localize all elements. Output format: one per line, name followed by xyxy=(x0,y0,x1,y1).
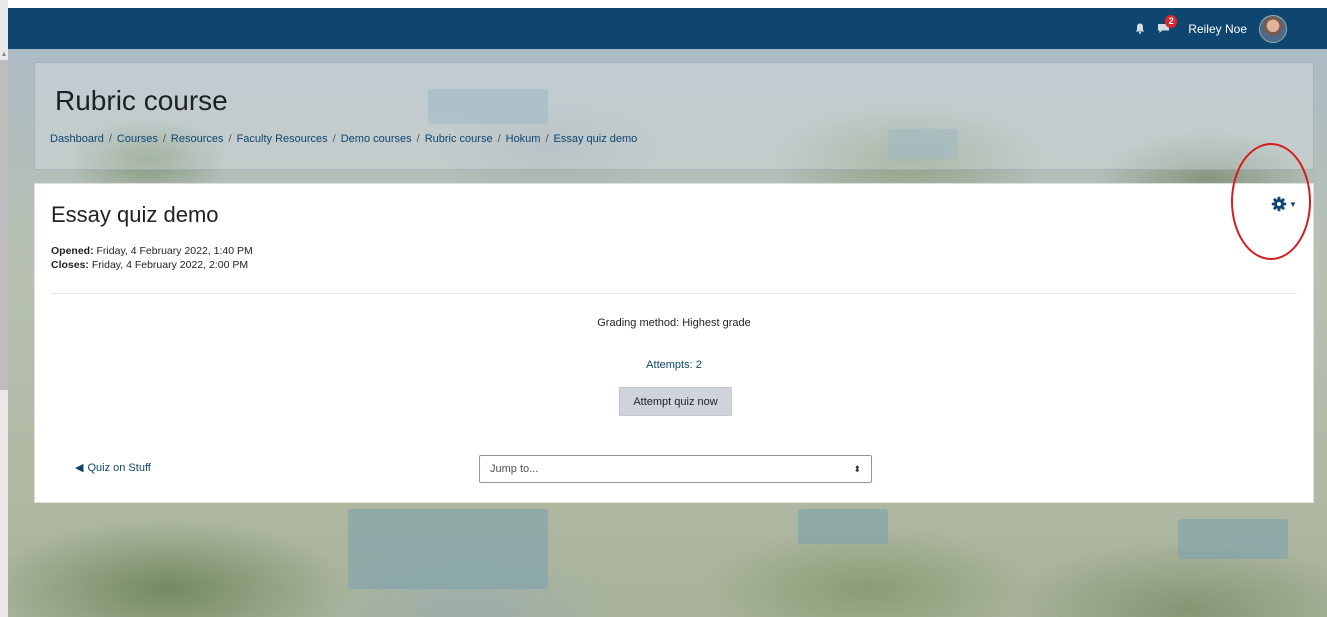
divider xyxy=(51,293,1297,294)
breadcrumb-demo-courses[interactable]: Demo courses xyxy=(341,133,412,145)
scroll-up-arrow-icon[interactable]: ▲ xyxy=(0,50,8,60)
bell-icon[interactable] xyxy=(1135,23,1145,34)
left-strip: ▲ xyxy=(0,0,8,617)
messages-badge: 2 xyxy=(1165,15,1178,28)
previous-activity-label: Quiz on Stuff xyxy=(87,461,151,474)
highlight-annotation xyxy=(1231,143,1311,260)
user-name[interactable]: Reiley Noe xyxy=(1188,22,1247,36)
opened-date: Opened: Friday, 4 February 2022, 1:40 PM xyxy=(51,245,253,257)
attempts-count-link[interactable]: Attempts: 2 xyxy=(646,359,702,371)
course-header: Rubric course Dashboard / Courses / Reso… xyxy=(34,62,1314,170)
select-arrows-icon: ⬍ xyxy=(853,464,861,474)
breadcrumb-dashboard[interactable]: Dashboard xyxy=(50,133,104,145)
jump-to-select[interactable]: Jump to... ⬍ xyxy=(479,455,872,483)
breadcrumb-rubric-course[interactable]: Rubric course xyxy=(425,133,493,145)
breadcrumb: Dashboard / Courses / Resources / Facult… xyxy=(50,133,638,145)
grading-method: Grading method: Highest grade xyxy=(597,317,751,329)
breadcrumb-courses[interactable]: Courses xyxy=(117,133,158,145)
page-title: Essay quiz demo xyxy=(51,202,219,227)
arrow-left-icon: ◀ xyxy=(75,462,84,474)
quiz-main-region: Essay quiz demo ▼ Opened: Friday, 4 Febr… xyxy=(34,183,1314,503)
course-title: Rubric course xyxy=(55,85,228,116)
avatar[interactable] xyxy=(1259,14,1287,43)
attempt-quiz-button[interactable]: Attempt quiz now xyxy=(619,387,732,416)
breadcrumb-resources[interactable]: Resources xyxy=(171,133,224,145)
previous-activity-link[interactable]: ◀ Quiz on Stuff xyxy=(75,461,151,475)
navbar-user-area: 2 Reiley Noe xyxy=(1135,8,1287,49)
scrollbar-thumb[interactable] xyxy=(0,60,8,390)
closes-date: Closes: Friday, 4 February 2022, 2:00 PM xyxy=(51,259,249,271)
jump-to-label: Jump to... xyxy=(490,463,539,475)
breadcrumb-faculty-resources[interactable]: Faculty Resources xyxy=(237,133,328,145)
breadcrumb-essay-quiz-demo[interactable]: Essay quiz demo xyxy=(554,133,638,145)
attempts-link: Attempts: 2 xyxy=(35,359,1313,371)
top-navbar: 2 Reiley Noe xyxy=(8,8,1327,49)
breadcrumb-hokum[interactable]: Hokum xyxy=(506,133,541,145)
quiz-dates: Opened: Friday, 4 February 2022, 1:40 PM… xyxy=(51,244,253,272)
messages-button[interactable]: 2 xyxy=(1157,15,1178,34)
